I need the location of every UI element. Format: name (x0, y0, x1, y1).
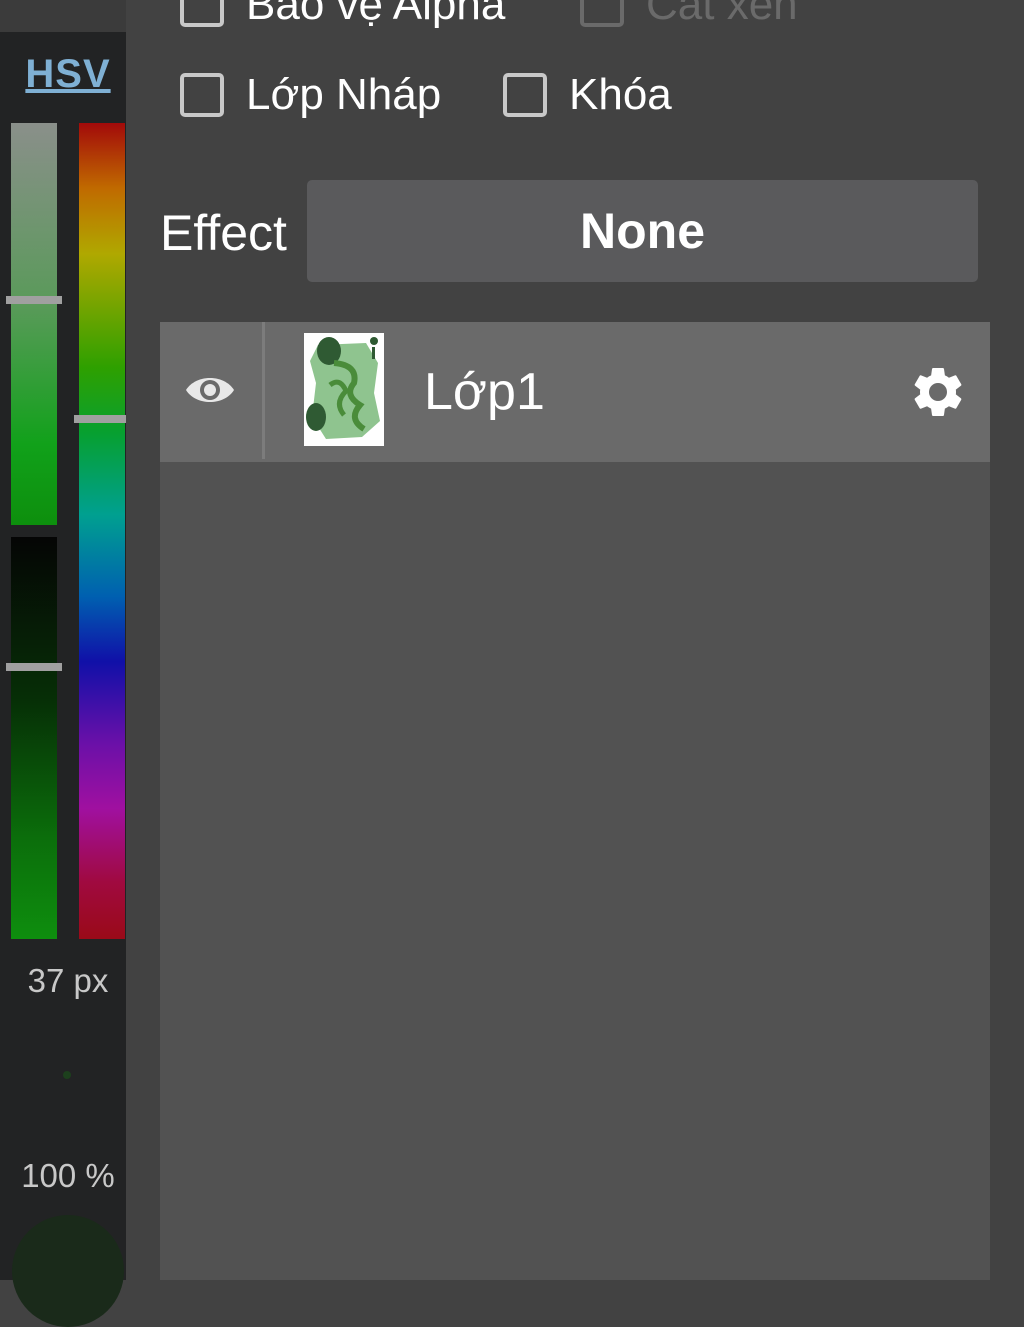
eye-icon[interactable] (184, 370, 236, 410)
value-slider-handle[interactable] (6, 663, 62, 671)
layer-thumbnail (304, 333, 384, 446)
alpha-protect-checkbox[interactable]: Bảo vệ Alpha (180, 0, 505, 30)
checkbox-label: Bảo vệ Alpha (246, 0, 506, 29)
checkbox-label: Khóa (569, 70, 672, 119)
effect-select-button[interactable]: None (307, 180, 978, 282)
draft-layer-checkbox[interactable]: Lớp Nháp (180, 70, 441, 120)
lock-checkbox[interactable]: Khóa (503, 70, 672, 120)
hsv-mode-link[interactable]: HSV (0, 52, 136, 97)
checkbox-box[interactable] (180, 73, 224, 117)
effect-label: Effect (160, 205, 287, 261)
effect-value: None (580, 203, 705, 259)
checkbox-label: Lớp Nháp (246, 70, 442, 119)
clipping-checkbox: Cắt xén (580, 0, 798, 30)
checkbox-box[interactable] (503, 73, 547, 117)
layer-list (160, 322, 990, 1280)
layer-thumbnail-art (304, 333, 384, 446)
brush-preview-dot (63, 1071, 71, 1079)
hue-slider-handle[interactable] (74, 415, 126, 423)
row-divider (262, 322, 265, 459)
checkbox-label: Cắt xén (646, 0, 798, 29)
value-slider[interactable] (11, 537, 57, 939)
brush-size-label[interactable]: 37 px (0, 962, 136, 1000)
layer-row[interactable] (160, 322, 990, 462)
panel-top-edge (0, 0, 126, 32)
layer-name[interactable]: Lớp1 (424, 362, 545, 422)
gear-icon[interactable] (908, 362, 968, 422)
checkbox-box[interactable] (180, 0, 224, 27)
saturation-slider[interactable] (11, 123, 57, 525)
saturation-slider-handle[interactable] (6, 296, 62, 304)
hue-slider[interactable] (79, 123, 125, 939)
checkbox-box (580, 0, 624, 27)
current-color-swatch[interactable] (12, 1215, 124, 1327)
opacity-label[interactable]: 100 % (0, 1157, 136, 1195)
